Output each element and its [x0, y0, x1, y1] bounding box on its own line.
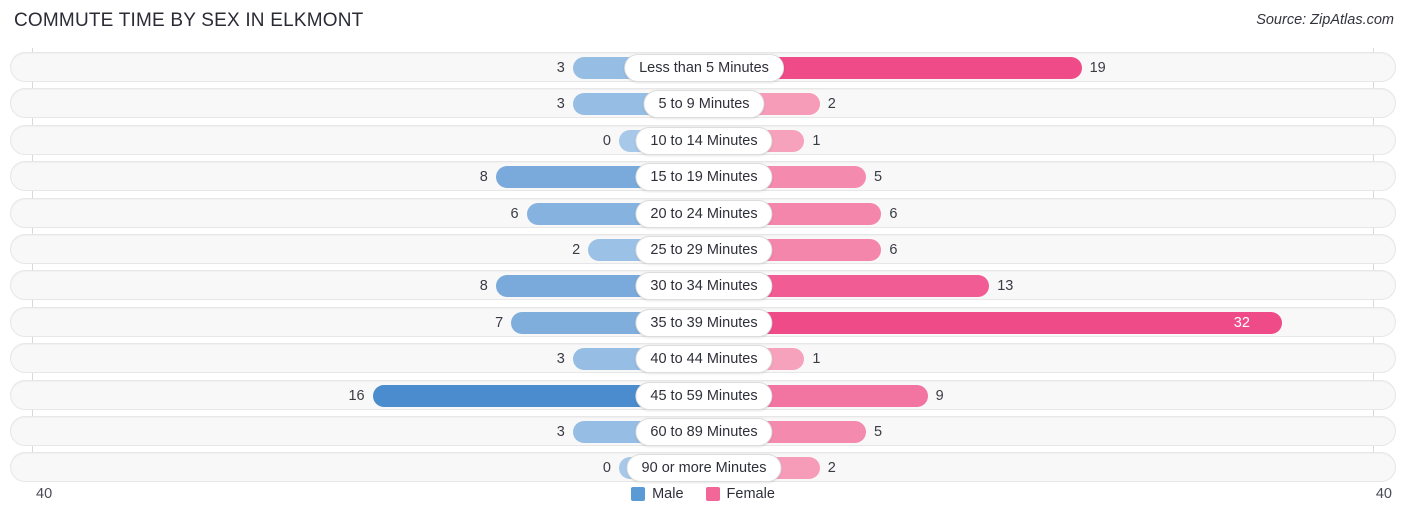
bar-value-male: 6	[510, 205, 519, 222]
legend-item-female[interactable]: Female	[705, 486, 775, 502]
bar-value-female: 9	[935, 387, 944, 404]
bar-value-female: 1	[812, 351, 821, 368]
bar-female[interactable]	[704, 311, 1282, 334]
bar-value-male: 8	[479, 278, 488, 295]
chart-row-inner: 0 2 90 or more Minutes	[11, 453, 1395, 483]
chart-row[interactable]: 3 19 Less than 5 Minutes	[10, 52, 1396, 82]
category-label[interactable]: 15 to 19 Minutes	[635, 163, 773, 192]
legend-swatch-male	[631, 487, 646, 501]
chart-row[interactable]: 16 9 45 to 59 Minutes	[10, 379, 1396, 410]
chart-row-inner: 8 13 30 to 34 Minutes	[11, 271, 1395, 301]
chart-row[interactable]: 8 5 15 to 19 Minutes	[10, 161, 1396, 192]
bar-value-male: 0	[602, 460, 611, 477]
chart-page: COMMUTE TIME BY SEX IN ELKMONT Source: Z…	[0, 0, 1406, 522]
chart-row-inner: 3 2 5 to 9 Minutes	[11, 89, 1395, 119]
chart-row-inner: 0 1 10 to 14 Minutes	[11, 126, 1395, 155]
bar-value-male: 8	[479, 169, 488, 186]
bar-value-male: 2	[572, 242, 581, 258]
bar-value-male: 3	[556, 60, 565, 76]
category-label[interactable]: 45 to 59 Minutes	[635, 381, 773, 410]
bar-value-female: 5	[874, 424, 883, 440]
category-label[interactable]: 5 to 9 Minutes	[643, 90, 765, 119]
chart-row-inner: 16 9 45 to 59 Minutes	[11, 381, 1395, 410]
bar-value-male: 3	[556, 424, 565, 440]
chart-row-inner: 6 6 20 to 24 Minutes	[11, 199, 1395, 228]
chart-row-inner: 3 5 60 to 89 Minutes	[11, 417, 1395, 446]
plot-area: 3 19 Less than 5 Minutes 3 2 5 to 9 Minutes 0 1…	[0, 48, 1406, 483]
category-label[interactable]: 35 to 39 Minutes	[635, 308, 773, 337]
category-label[interactable]: 25 to 29 Minutes	[635, 236, 773, 264]
category-label[interactable]: 30 to 34 Minutes	[635, 272, 773, 301]
chart-row[interactable]: 0 1 10 to 14 Minutes	[10, 124, 1396, 155]
category-label[interactable]: 10 to 14 Minutes	[635, 126, 773, 155]
chart-row[interactable]: 3 1 40 to 44 Minutes	[10, 343, 1396, 374]
legend-swatch-female	[705, 487, 720, 501]
chart-row[interactable]: 3 2 5 to 9 Minutes	[10, 88, 1396, 119]
bar-value-female: 2	[827, 96, 836, 113]
category-label[interactable]: 90 or more Minutes	[626, 454, 782, 483]
bar-value-male: 16	[348, 387, 365, 404]
bar-value-male: 7	[495, 314, 504, 331]
chart-row-inner: 3 1 40 to 44 Minutes	[11, 344, 1395, 374]
bar-value-male: 3	[556, 351, 565, 368]
bar-value-female: 32	[1233, 314, 1250, 331]
chart-row-inner: 8 5 15 to 19 Minutes	[11, 162, 1395, 192]
source-label: Source: ZipAtlas.com	[1256, 12, 1394, 28]
chart-legend: Male Female	[0, 486, 1406, 502]
bar-value-female: 6	[889, 242, 898, 258]
bar-value-female: 6	[889, 205, 898, 222]
chart-row[interactable]: 6 6 20 to 24 Minutes	[10, 197, 1396, 228]
category-label[interactable]: 20 to 24 Minutes	[635, 199, 773, 228]
category-label[interactable]: 60 to 89 Minutes	[635, 418, 773, 446]
chart-row[interactable]: 7 32 35 to 39 Minutes	[10, 306, 1396, 337]
legend-item-male[interactable]: Male	[631, 486, 684, 502]
chart-row[interactable]: 2 6 25 to 29 Minutes	[10, 234, 1396, 264]
chart-row[interactable]: 0 2 90 or more Minutes	[10, 452, 1396, 483]
chart-row[interactable]: 3 5 60 to 89 Minutes	[10, 416, 1396, 446]
legend-label-male: Male	[652, 486, 684, 502]
legend-label-female: Female	[726, 486, 775, 502]
page-title: COMMUTE TIME BY SEX IN ELKMONT	[14, 10, 364, 31]
bar-value-female: 19	[1089, 60, 1106, 76]
bar-value-female: 1	[812, 132, 821, 149]
bar-value-male: 3	[556, 96, 565, 113]
chart-row-inner: 2 6 25 to 29 Minutes	[11, 235, 1395, 264]
chart-row-inner: 3 19 Less than 5 Minutes	[11, 53, 1395, 82]
bar-value-female: 5	[874, 169, 883, 186]
bar-value-female: 2	[827, 460, 836, 477]
category-label[interactable]: Less than 5 Minutes	[624, 54, 784, 82]
bar-value-female: 13	[997, 278, 1014, 295]
bar-value-male: 0	[602, 132, 611, 149]
category-label[interactable]: 40 to 44 Minutes	[635, 345, 773, 374]
chart-row[interactable]: 8 13 30 to 34 Minutes	[10, 270, 1396, 301]
chart-row-inner: 7 32 35 to 39 Minutes	[11, 308, 1395, 337]
